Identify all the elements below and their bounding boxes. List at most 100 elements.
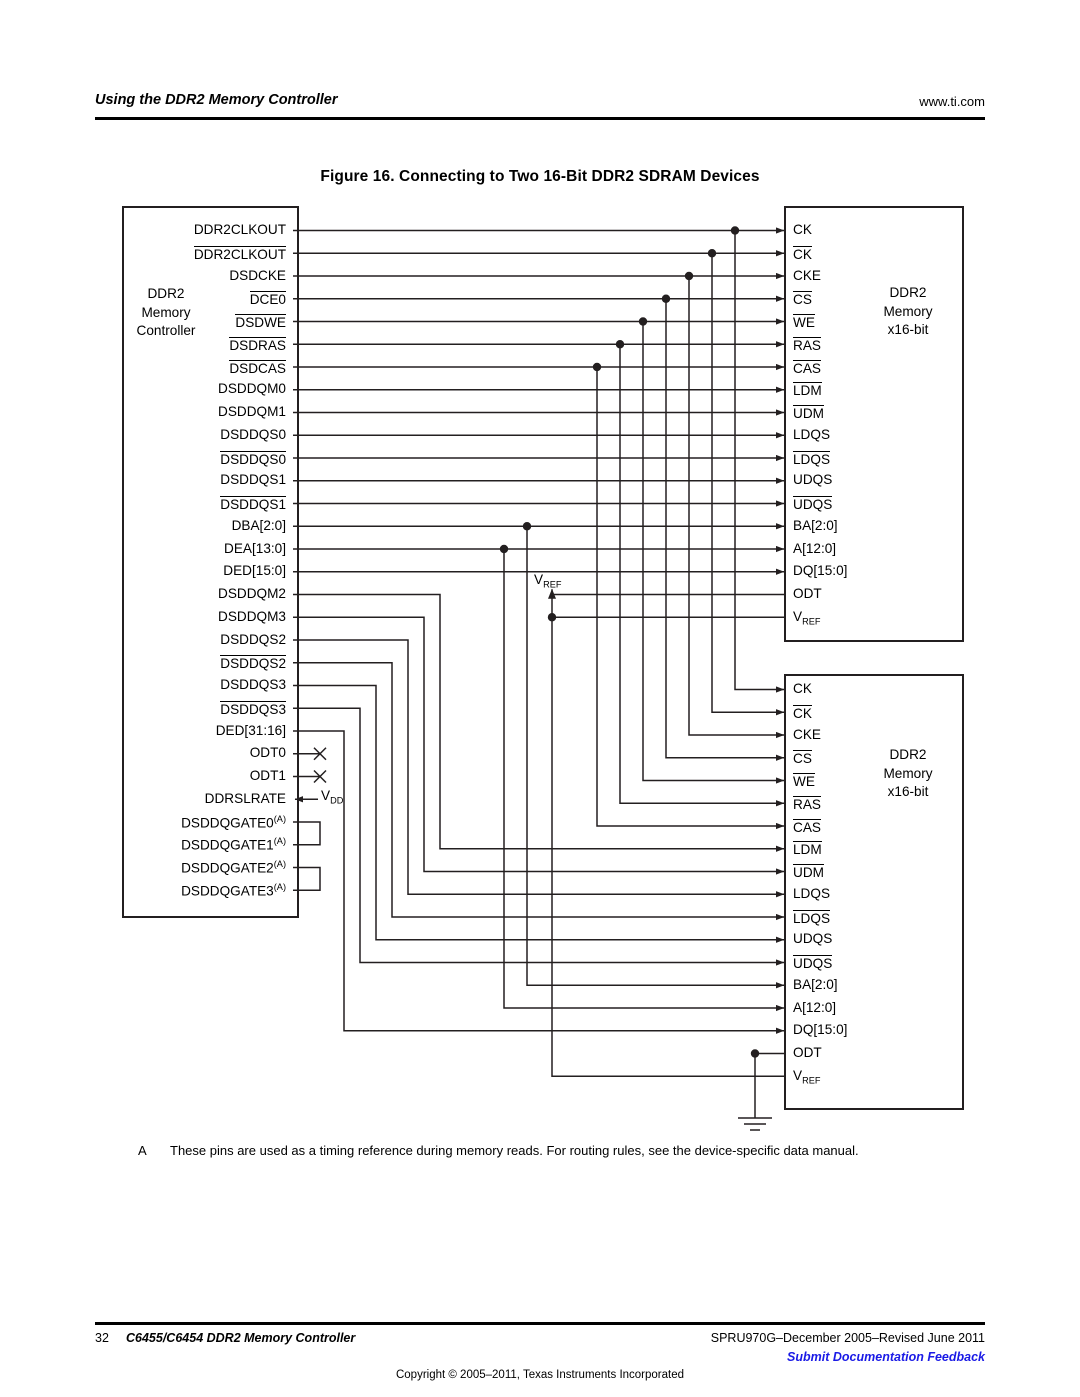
memory-2-pin-udqs: UDQS (793, 955, 833, 971)
memory-2-pin-ldm: LDM (793, 841, 822, 858)
controller-pin-ded-15-0-: DED[15:0] (223, 563, 286, 579)
controller-pin-dsddqs3: DSDDQS3 (220, 700, 286, 717)
memory-1-pin-cs: CS (793, 291, 812, 308)
controller-pin-dsddqgate0: DSDDQGATE0(A) (181, 813, 286, 831)
controller-pin-ddr2clkout: DDR2CLKOUT (193, 245, 286, 262)
memory-1-block-title: DDR2 Memory x16-bit (862, 284, 954, 340)
memory-2-pin-dq-15-0-: DQ[15:0] (793, 1022, 848, 1038)
controller-pin-dsddqs0: DSDDQS0 (220, 450, 286, 467)
controller-pin-dsddqgate2: DSDDQGATE2(A) (181, 859, 286, 876)
memory-1-pin-ldqs: LDQS (793, 450, 831, 467)
submit-documentation-feedback-link[interactable]: Submit Documentation Feedback (787, 1350, 985, 1364)
controller-pin-dsdwe: DSDWE (235, 314, 286, 330)
memory-2-block-title: DDR2 Memory x16-bit (862, 746, 954, 802)
wire-lower-19 (293, 662, 785, 921)
junction-dot (730, 226, 740, 235)
controller-pin-dsdras: DSDRAS (229, 336, 286, 353)
memory-1-pin-ck: CK (793, 222, 812, 237)
footer-doc-title: C6455/C6454 DDR2 Memory Controller (126, 1331, 356, 1345)
memory-1-pin-cas: CAS (793, 359, 821, 376)
controller-pin-dba-2-0-: DBA[2:0] (231, 517, 286, 533)
memory-2-pin-cas: CAS (793, 818, 821, 835)
memory-1-pin-udm: UDM (793, 405, 824, 421)
memory-2-pin-ldqs: LDQS (793, 885, 831, 901)
controller-pin-dsddqs0: DSDDQS0 (220, 426, 286, 442)
controller-pin-dsddqm0: DSDDQM0 (218, 381, 286, 397)
memory-2-pin-vref: VREF (793, 1067, 821, 1086)
memory-1-pin-ba-2-0-: BA[2:0] (793, 517, 838, 533)
controller-pin-ded-31-16-: DED[31:16] (215, 722, 286, 738)
memory-2-pin-ck: CK (793, 681, 812, 696)
footer-copyright: Copyright © 2005–2011, Texas Instruments… (395, 1369, 685, 1381)
block-title-line: Memory (883, 765, 933, 781)
block-title-line: x16-bit (887, 322, 929, 337)
block-title-line: DDR2 (889, 285, 927, 300)
controller-pin-odt1: ODT1 (249, 768, 286, 783)
junction-dot (684, 271, 694, 281)
junction-dot (522, 522, 532, 531)
wire-lower-18 (293, 639, 785, 898)
memory-2-pin-a-12-0-: A[12:0] (793, 999, 837, 1015)
controller-pin-dsddqm1: DSDDQM1 (218, 404, 286, 419)
controller-pin-ddrslrate: DDRSLRATE (204, 790, 286, 806)
controller-pin-dea-13-0-: DEA[13:0] (224, 540, 286, 556)
memory-1-pin-ldqs: LDQS (793, 426, 831, 442)
memory-2-pin-cs: CS (793, 750, 812, 767)
memory-2-pin-we: WE (793, 773, 815, 789)
junction-dot (638, 317, 648, 326)
footnote-marker: A (138, 1143, 147, 1158)
wire-lower-20 (293, 684, 785, 943)
memory-2-pin-ldqs: LDQS (793, 909, 831, 926)
memory-1-pin-a-12-0-: A[12:0] (793, 540, 837, 556)
memory-2-pin-odt: ODT (793, 1045, 822, 1060)
memory-2-pin-udm: UDM (793, 864, 824, 880)
controller-pin-ddr2clkout: DDR2CLKOUT (193, 222, 286, 237)
controller-pin-dsddqs1: DSDDQS1 (220, 472, 286, 488)
memory-2-pin-udqs: UDQS (793, 931, 833, 947)
controller-pin-dsdcke: DSDCKE (229, 267, 286, 283)
memory-1-pin-cke: CKE (793, 267, 821, 283)
memory-1-pin-vref: VREF (793, 608, 821, 627)
controller-pin-dsddqm3: DSDDQM3 (218, 608, 286, 624)
junction-dot (750, 1049, 760, 1058)
controller-pin-dsddqs2: DSDDQS2 (220, 655, 286, 672)
junction-dot (615, 340, 625, 349)
controller-pin-dsddqgate3: DSDDQGATE3(A) (181, 881, 286, 899)
memory-1-pin-ldm: LDM (793, 382, 822, 399)
memory-1-pin-ras: RAS (793, 336, 821, 353)
memory-2-pin-ck: CK (793, 704, 812, 721)
junction-dot (499, 544, 509, 554)
controller-pin-dsddqs1: DSDDQS1 (220, 496, 286, 512)
memory-2-pin-cke: CKE (793, 726, 821, 742)
memory-1-pin-odt: ODT (793, 586, 822, 601)
wire-lower-21 (293, 707, 785, 966)
memory-1-pin-we: WE (793, 314, 815, 330)
wire-lower-16 (293, 593, 785, 852)
block-title-line: x16-bit (887, 784, 929, 799)
controller-pin-dsdcas: DSDCAS (229, 359, 286, 376)
memory-1-pin-dq-15-0-: DQ[15:0] (793, 563, 848, 579)
figure-diagram: DDR2 Memory Controller DDR2 Memory x16-bit D… (0, 0, 1080, 1397)
controller-pin-dsddqgate1: DSDDQGATE1(A) (181, 836, 286, 853)
wire-lower-17 (293, 616, 785, 875)
controller-pin-dsddqm2: DSDDQM2 (218, 586, 286, 601)
vdd-label: VDD (321, 788, 344, 806)
memory-1-pin-udqs: UDQS (793, 472, 833, 488)
controller-pin-odt0: ODT0 (249, 745, 286, 761)
controller-pin-dsddqs3: DSDDQS3 (220, 677, 286, 692)
memory-1-pin-ck: CK (793, 245, 812, 262)
footer-spec: SPRU970G–December 2005–Revised June 2011 (710, 1331, 985, 1345)
footer-rule (95, 1322, 985, 1325)
footnote-text: These pins are used as a timing referenc… (170, 1143, 859, 1158)
page-number: 32 (95, 1331, 109, 1345)
junction-dot (592, 362, 602, 372)
junction-dot (661, 294, 671, 303)
block-title-line: DDR2 (889, 747, 927, 762)
memory-2-pin-ba-2-0-: BA[2:0] (793, 976, 838, 992)
memory-2-pin-ras: RAS (793, 795, 821, 812)
figure-footnote: A These pins are used as a timing refere… (138, 1141, 998, 1160)
controller-pin-dsddqs2: DSDDQS2 (220, 631, 286, 647)
block-title-line: Memory (883, 303, 933, 319)
junction-dot (547, 613, 557, 622)
junction-dot (707, 249, 717, 258)
